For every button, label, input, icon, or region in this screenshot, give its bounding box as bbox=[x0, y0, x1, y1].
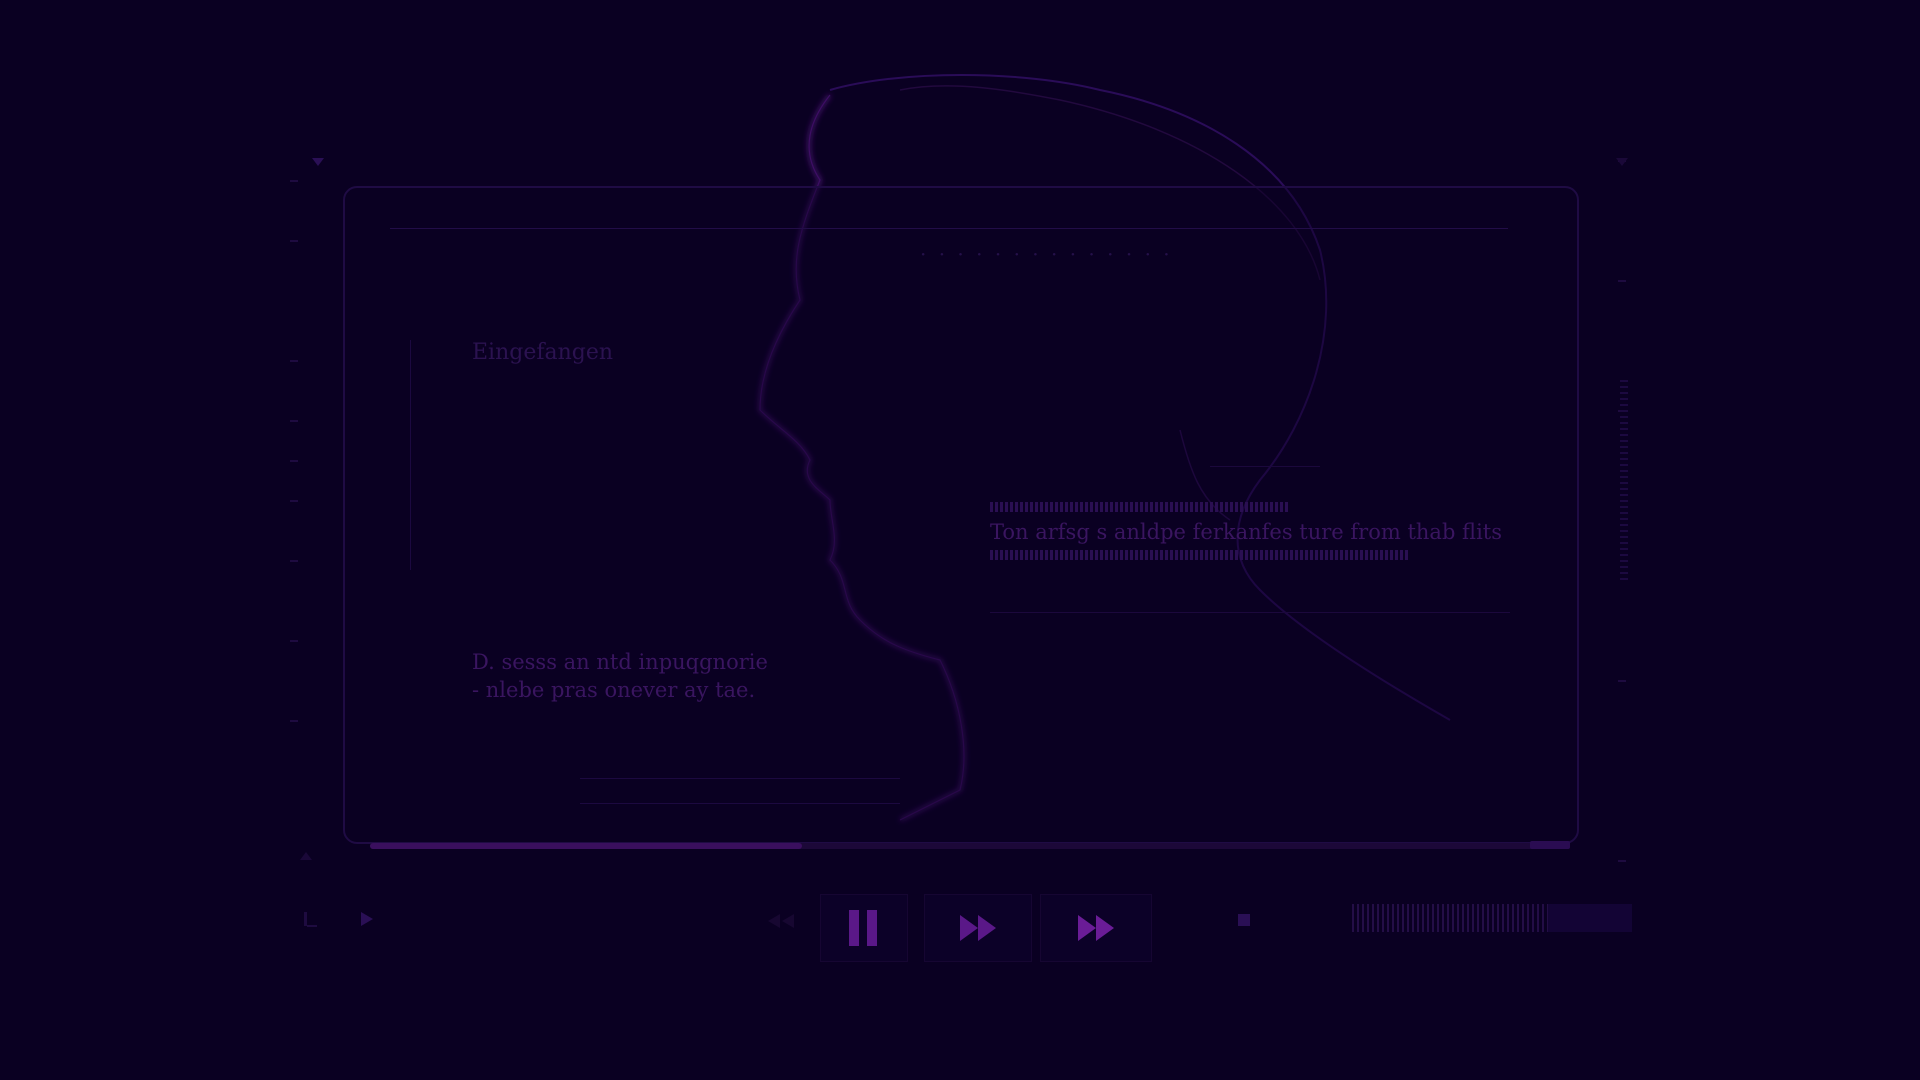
prev-button[interactable] bbox=[300, 904, 322, 934]
rewind-button[interactable] bbox=[760, 906, 800, 936]
caption-rule-top bbox=[1210, 466, 1320, 467]
caption-line-small bbox=[990, 502, 1290, 512]
fast-forward-button[interactable] bbox=[924, 894, 1032, 962]
progress-fill bbox=[370, 843, 802, 849]
prev-icon bbox=[304, 912, 317, 927]
skip-forward-button[interactable] bbox=[1040, 894, 1152, 962]
corner-marker-top-right bbox=[1616, 158, 1628, 166]
subtitle-line-2: - nlebe pras onever ay tae. bbox=[472, 678, 756, 702]
caption-line-small bbox=[990, 550, 1410, 560]
playback-controls bbox=[0, 890, 1920, 970]
scene-label: Eingefangen bbox=[472, 340, 614, 365]
play-small-button[interactable] bbox=[356, 904, 378, 934]
stop-button[interactable] bbox=[1234, 908, 1254, 932]
subtitle: D. sesss an ntd inpuqgnorie - nlebe pras… bbox=[472, 648, 768, 704]
volume-level bbox=[1548, 904, 1632, 932]
progress-end-marker bbox=[1530, 841, 1570, 849]
caption-rule-bottom bbox=[990, 612, 1510, 613]
caption-block: Ton arfsg s anldpe ferkanfes ture from t… bbox=[990, 500, 1502, 562]
corner-marker-top-left bbox=[312, 158, 324, 166]
video-title: · · · · · · · · · · · · · · bbox=[920, 242, 1173, 266]
caption-text: Ton arfsg s anldpe ferkanfes ture from t… bbox=[990, 520, 1502, 544]
left-ruler bbox=[290, 160, 304, 860]
progress-bar[interactable] bbox=[370, 841, 1570, 849]
right-scale-marks bbox=[1620, 380, 1628, 580]
fast-forward-icon bbox=[960, 915, 996, 941]
corner-marker-bottom-left bbox=[300, 852, 312, 860]
bottom-rules bbox=[580, 778, 900, 818]
pause-icon bbox=[849, 910, 877, 946]
rewind-icon bbox=[768, 914, 794, 928]
skip-forward-icon bbox=[1078, 915, 1114, 941]
play-icon bbox=[361, 912, 373, 926]
stop-icon bbox=[1238, 914, 1250, 926]
frame-rule bbox=[410, 340, 411, 570]
subtitle-line-1: D. sesss an ntd inpuqgnorie bbox=[472, 650, 768, 674]
volume-slider[interactable] bbox=[1352, 904, 1632, 932]
pause-button[interactable] bbox=[820, 894, 908, 962]
